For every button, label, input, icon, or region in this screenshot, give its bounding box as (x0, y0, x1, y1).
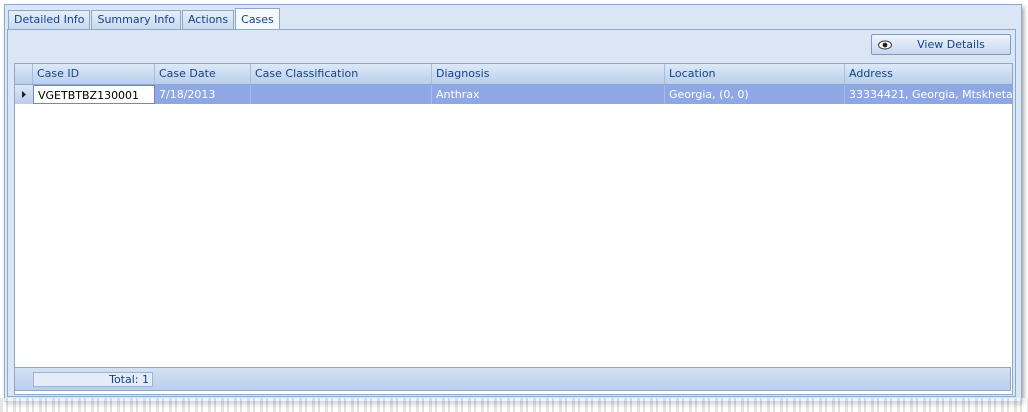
tab-cases[interactable]: Cases (235, 8, 280, 30)
column-header-case-id[interactable]: Case ID (33, 64, 155, 84)
row-indicator[interactable] (15, 85, 34, 104)
column-header-case-date[interactable]: Case Date (155, 64, 251, 84)
view-details-label: View Details (917, 38, 985, 51)
total-count: Total: 1 (33, 372, 153, 387)
eye-icon (878, 40, 900, 50)
cell-case-id[interactable]: VGETBTBZ130001 (33, 85, 155, 104)
grid-header: Case ID Case Date Case Classification Di… (15, 64, 1012, 85)
view-details-button[interactable]: View Details (871, 34, 1011, 55)
column-header-location[interactable]: Location (665, 64, 845, 84)
cases-panel: View Details Case ID Case Date Case Clas… (7, 29, 1016, 397)
column-header-address[interactable]: Address (845, 64, 1012, 84)
column-header-diagnosis[interactable]: Diagnosis (432, 64, 665, 84)
row-pointer-icon (22, 91, 26, 98)
header-corner (15, 64, 33, 84)
cases-grid[interactable]: Case ID Case Date Case Classification Di… (14, 63, 1013, 395)
cell-location[interactable]: Georgia, (0, 0) (665, 85, 845, 104)
column-header-case-classification[interactable]: Case Classification (251, 64, 432, 84)
torn-edge (0, 398, 1028, 412)
tab-detailed-info[interactable]: Detailed Info (8, 10, 91, 29)
cell-address[interactable]: 33334421, Georgia, Mtskheta-... (845, 85, 1012, 104)
tab-strip: Detailed Info Summary Info Actions Cases (8, 8, 281, 30)
tab-actions[interactable]: Actions (181, 10, 235, 29)
cell-diagnosis[interactable]: Anthrax (432, 85, 665, 104)
grid-footer: Total: 1 (14, 367, 1011, 391)
table-row[interactable]: VGETBTBZ130001 7/18/2013 Anthrax Georgia… (15, 85, 1012, 104)
tab-summary-info[interactable]: Summary Info (91, 10, 181, 29)
cell-case-classification[interactable] (251, 85, 432, 104)
cell-case-date[interactable]: 7/18/2013 (155, 85, 251, 104)
